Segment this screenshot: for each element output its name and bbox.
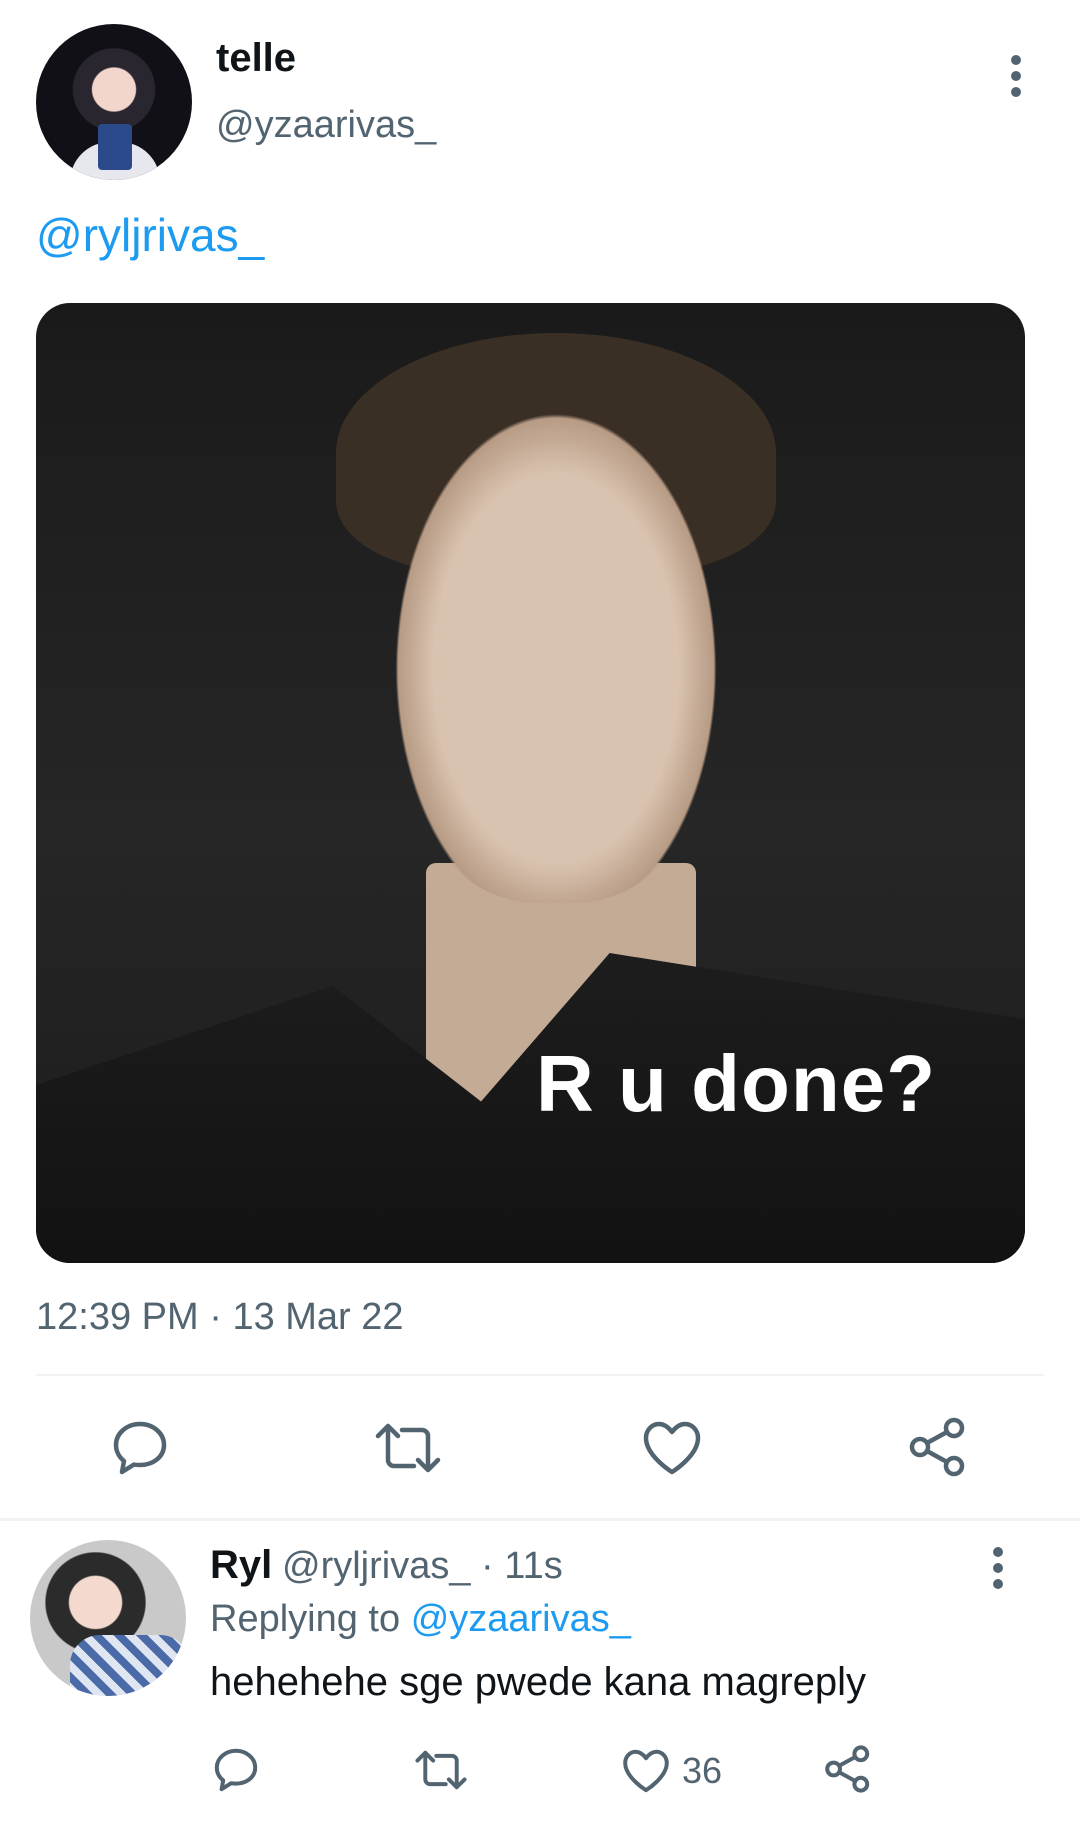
media-caption-text: R u done? — [536, 1039, 937, 1128]
retweet-icon — [415, 1750, 467, 1790]
reply-more-options-icon[interactable] — [986, 1546, 1010, 1590]
share-icon — [825, 1745, 870, 1793]
reply-share-button[interactable] — [824, 1744, 872, 1794]
tweet-separator — [0, 1518, 1080, 1521]
replying-to-link[interactable]: @yzaarivas_ — [411, 1598, 631, 1640]
tweet-time: 12:39 PM — [36, 1296, 199, 1338]
tweet-date: 13 Mar 22 — [232, 1296, 404, 1338]
reply-icon — [214, 1748, 258, 1792]
divider — [36, 1374, 1044, 1376]
share-button[interactable] — [908, 1416, 968, 1478]
share-icon — [909, 1417, 965, 1477]
reply-author-handle: @ryljrivas_ — [282, 1545, 471, 1587]
reply-retweet-button[interactable] — [414, 1748, 468, 1792]
replying-to-line: Replying to @yzaarivas_ — [210, 1598, 631, 1641]
timestamp-separator: · — [209, 1296, 222, 1338]
retweet-icon — [375, 1423, 441, 1473]
tweet-media-image[interactable]: R u done? — [36, 303, 1025, 1263]
author-avatar[interactable] — [36, 24, 192, 180]
reply-author-meta[interactable]: @ryljrivas_ · 11s — [282, 1545, 563, 1588]
more-options-icon[interactable] — [1004, 54, 1028, 98]
reply-author-avatar[interactable] — [30, 1540, 186, 1696]
tweet-timestamp[interactable]: 12:39 PM · 13 Mar 22 — [36, 1296, 404, 1339]
reply-icon — [113, 1421, 167, 1475]
heart-icon — [623, 1749, 669, 1793]
author-name[interactable]: telle — [216, 36, 296, 81]
reply-meta-separator: · — [481, 1545, 494, 1587]
reply-reply-button[interactable] — [212, 1746, 260, 1794]
heart-icon — [643, 1421, 701, 1475]
reply-button[interactable] — [110, 1418, 170, 1478]
retweet-button[interactable] — [374, 1420, 442, 1476]
reply-like-count: 36 — [682, 1750, 723, 1791]
tweet-mention-link[interactable]: @ryljrivas_ — [36, 208, 264, 262]
replying-to-label: Replying to — [210, 1598, 401, 1640]
like-button[interactable] — [642, 1420, 702, 1476]
author-handle[interactable]: @yzaarivas_ — [216, 104, 436, 147]
reply-author-name[interactable]: Ryl — [210, 1543, 272, 1588]
reply-text: hehehehe sge pwede kana magreply — [210, 1660, 867, 1704]
reply-like-button[interactable] — [622, 1748, 670, 1794]
reply-age: 11s — [504, 1545, 563, 1587]
